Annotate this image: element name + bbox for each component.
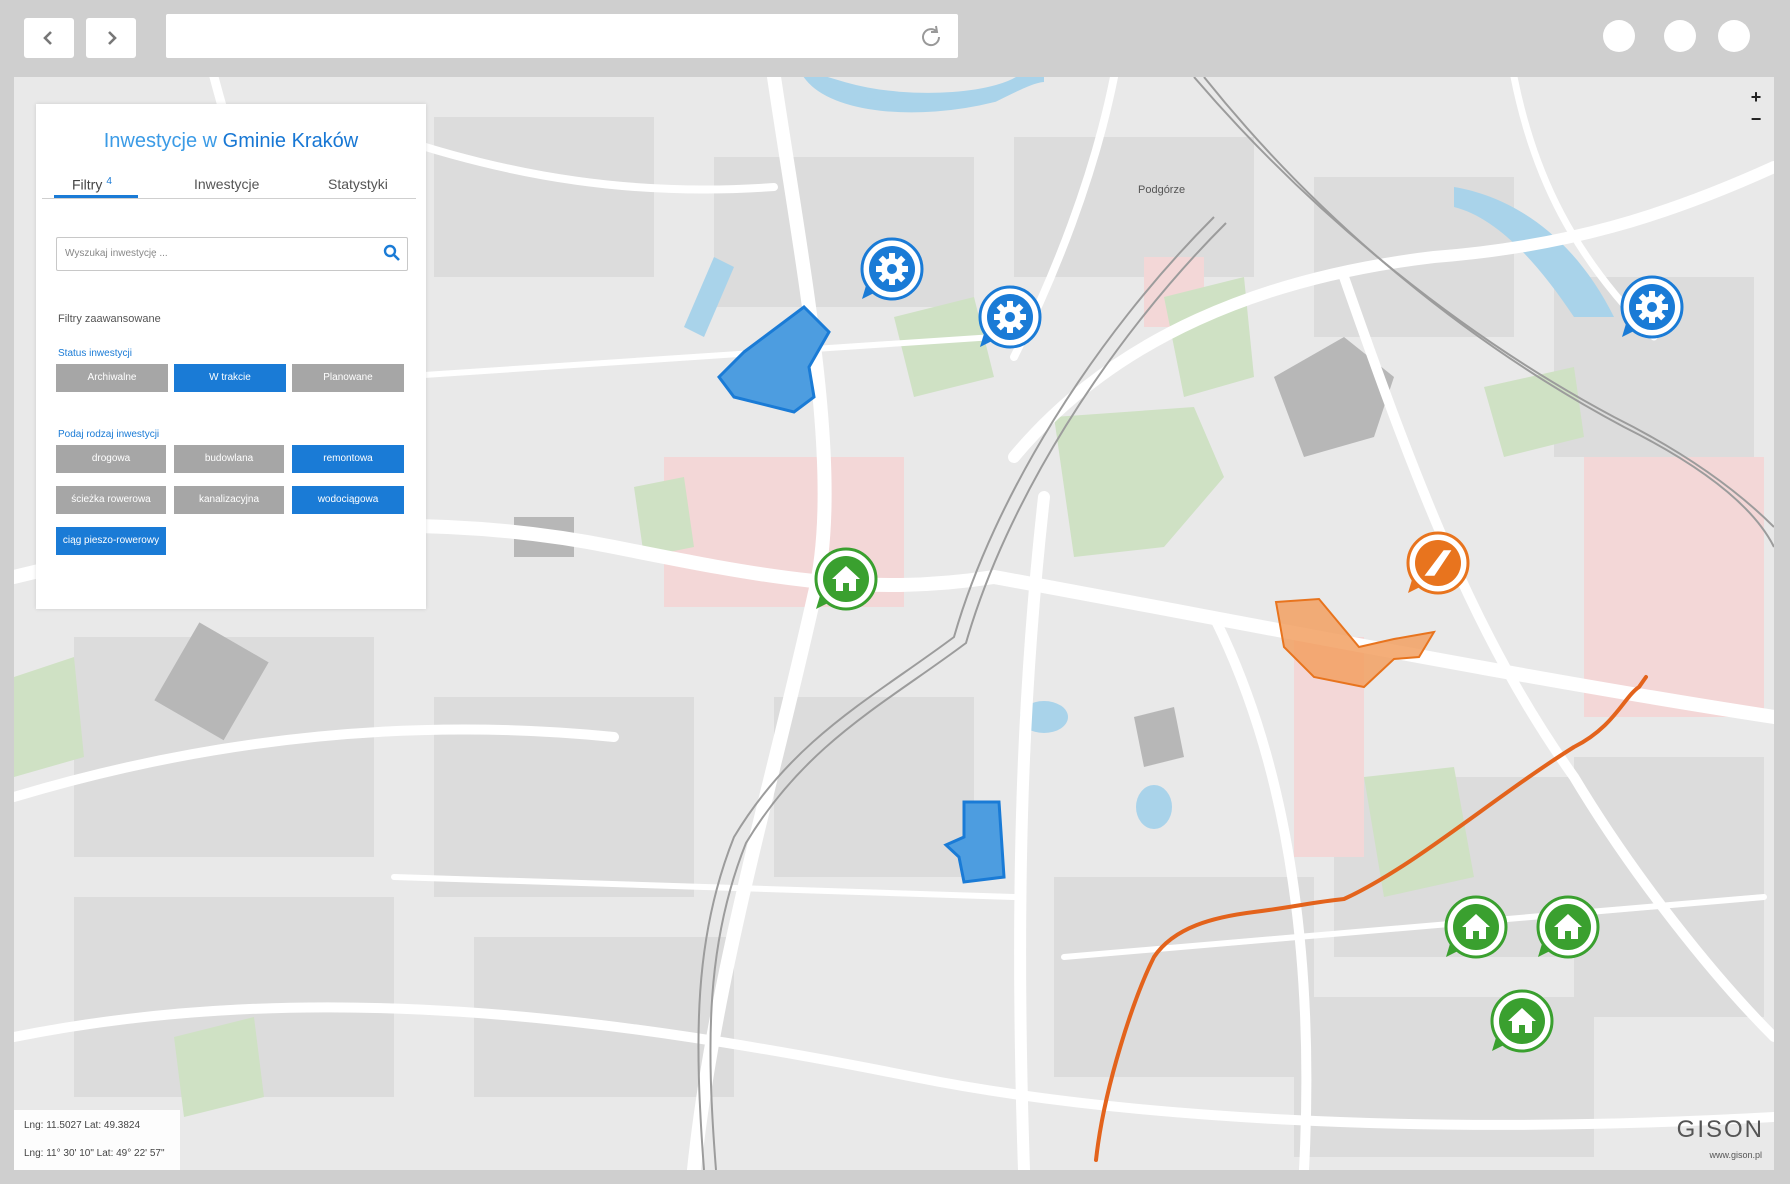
zoom-in-button[interactable]: + [1746,87,1766,107]
gear-icon [876,253,908,285]
panel-title-highlight: Gminie Kraków [222,130,359,152]
gear-icon [1636,291,1668,323]
marker-budowlana-1[interactable] [814,547,878,611]
marker-budowlana-2[interactable] [1444,895,1508,959]
window-control-3[interactable] [1718,20,1750,52]
place-label-podgorze: Podgórze [1138,184,1185,196]
type-section-title: Podaj rodzaj inwestycji [58,429,160,440]
coords-dms: Lng: 11° 30' 10" Lat: 49° 22' 57" [24,1148,165,1159]
filters-panel: Inwestycje w Gminie Kraków Filtry 4 Inwes… [36,104,426,609]
coords-decimal: Lng: 11.5027 Lat: 49.3824 [24,1120,141,1131]
search-input[interactable] [63,238,367,268]
tab-filtry[interactable]: Filtry 4 [72,176,112,193]
window-control-1[interactable] [1603,20,1635,52]
marker-budowlana-4[interactable] [1490,989,1554,1053]
search-icon[interactable] [383,244,401,262]
back-button[interactable] [24,18,74,58]
search-box [56,237,408,271]
type-wodociagowa-button[interactable]: wodociągowa [292,486,404,514]
marker-drogowa[interactable] [1406,531,1470,595]
panel-tabs: Filtry 4 Inwestycje Statystyki [42,170,416,199]
gear-icon [994,301,1026,333]
marker-remont-1[interactable] [860,237,924,301]
filter-count-badge: 4 [106,176,112,187]
tab-filtry-label: Filtry [72,176,103,193]
window-control-2[interactable] [1664,20,1696,52]
type-budowlana-button[interactable]: budowlana [174,445,284,473]
chevron-left-icon [43,31,52,45]
type-drogowa-button[interactable]: drogowa [56,445,166,473]
panel-title-prefix: Inwestycje w [103,130,223,152]
type-ciag-pieszo-rowerowy-button[interactable]: ciąg pieszo-rowerowy [56,527,166,555]
status-planowane-button[interactable]: Planowane [292,364,404,392]
type-kanalizacyjna-button[interactable]: kanalizacyjna [174,486,284,514]
marker-budowlana-3[interactable] [1536,895,1600,959]
chevron-right-icon [108,31,117,45]
coordinates-box: Lng: 11.5027 Lat: 49.3824 Lng: 11° 30' 1… [14,1110,180,1170]
type-remontowa-button[interactable]: remontowa [292,445,404,473]
tab-statystyki[interactable]: Statystyki [328,176,388,192]
advanced-filters-label: Filtry zaawansowane [58,313,161,325]
tab-inwestycje[interactable]: Inwestycje [194,176,259,192]
forward-button[interactable] [86,18,136,58]
marker-remont-3[interactable] [1620,275,1684,339]
map-viewport[interactable]: Podgórze + − Inwestycje w Gminie Kraków … [14,77,1774,1170]
gison-logo: GISON [1676,1116,1764,1143]
panel-title: Inwestycje w Gminie Kraków [36,130,426,153]
status-section-title: Status inwestycji [58,348,132,359]
address-bar[interactable] [166,14,958,58]
status-archiwalne-button[interactable]: Archiwalne [56,364,168,392]
type-sciezka-rowerowa-button[interactable]: ścieżka rowerowa [56,486,166,514]
status-w-trakcie-button[interactable]: W trakcie [174,364,286,392]
active-tab-indicator [54,195,138,198]
marker-remont-2[interactable] [978,285,1042,349]
zoom-out-button[interactable]: − [1746,109,1766,129]
reload-icon[interactable] [918,24,944,50]
brand-url: www.gison.pl [1709,1150,1762,1160]
